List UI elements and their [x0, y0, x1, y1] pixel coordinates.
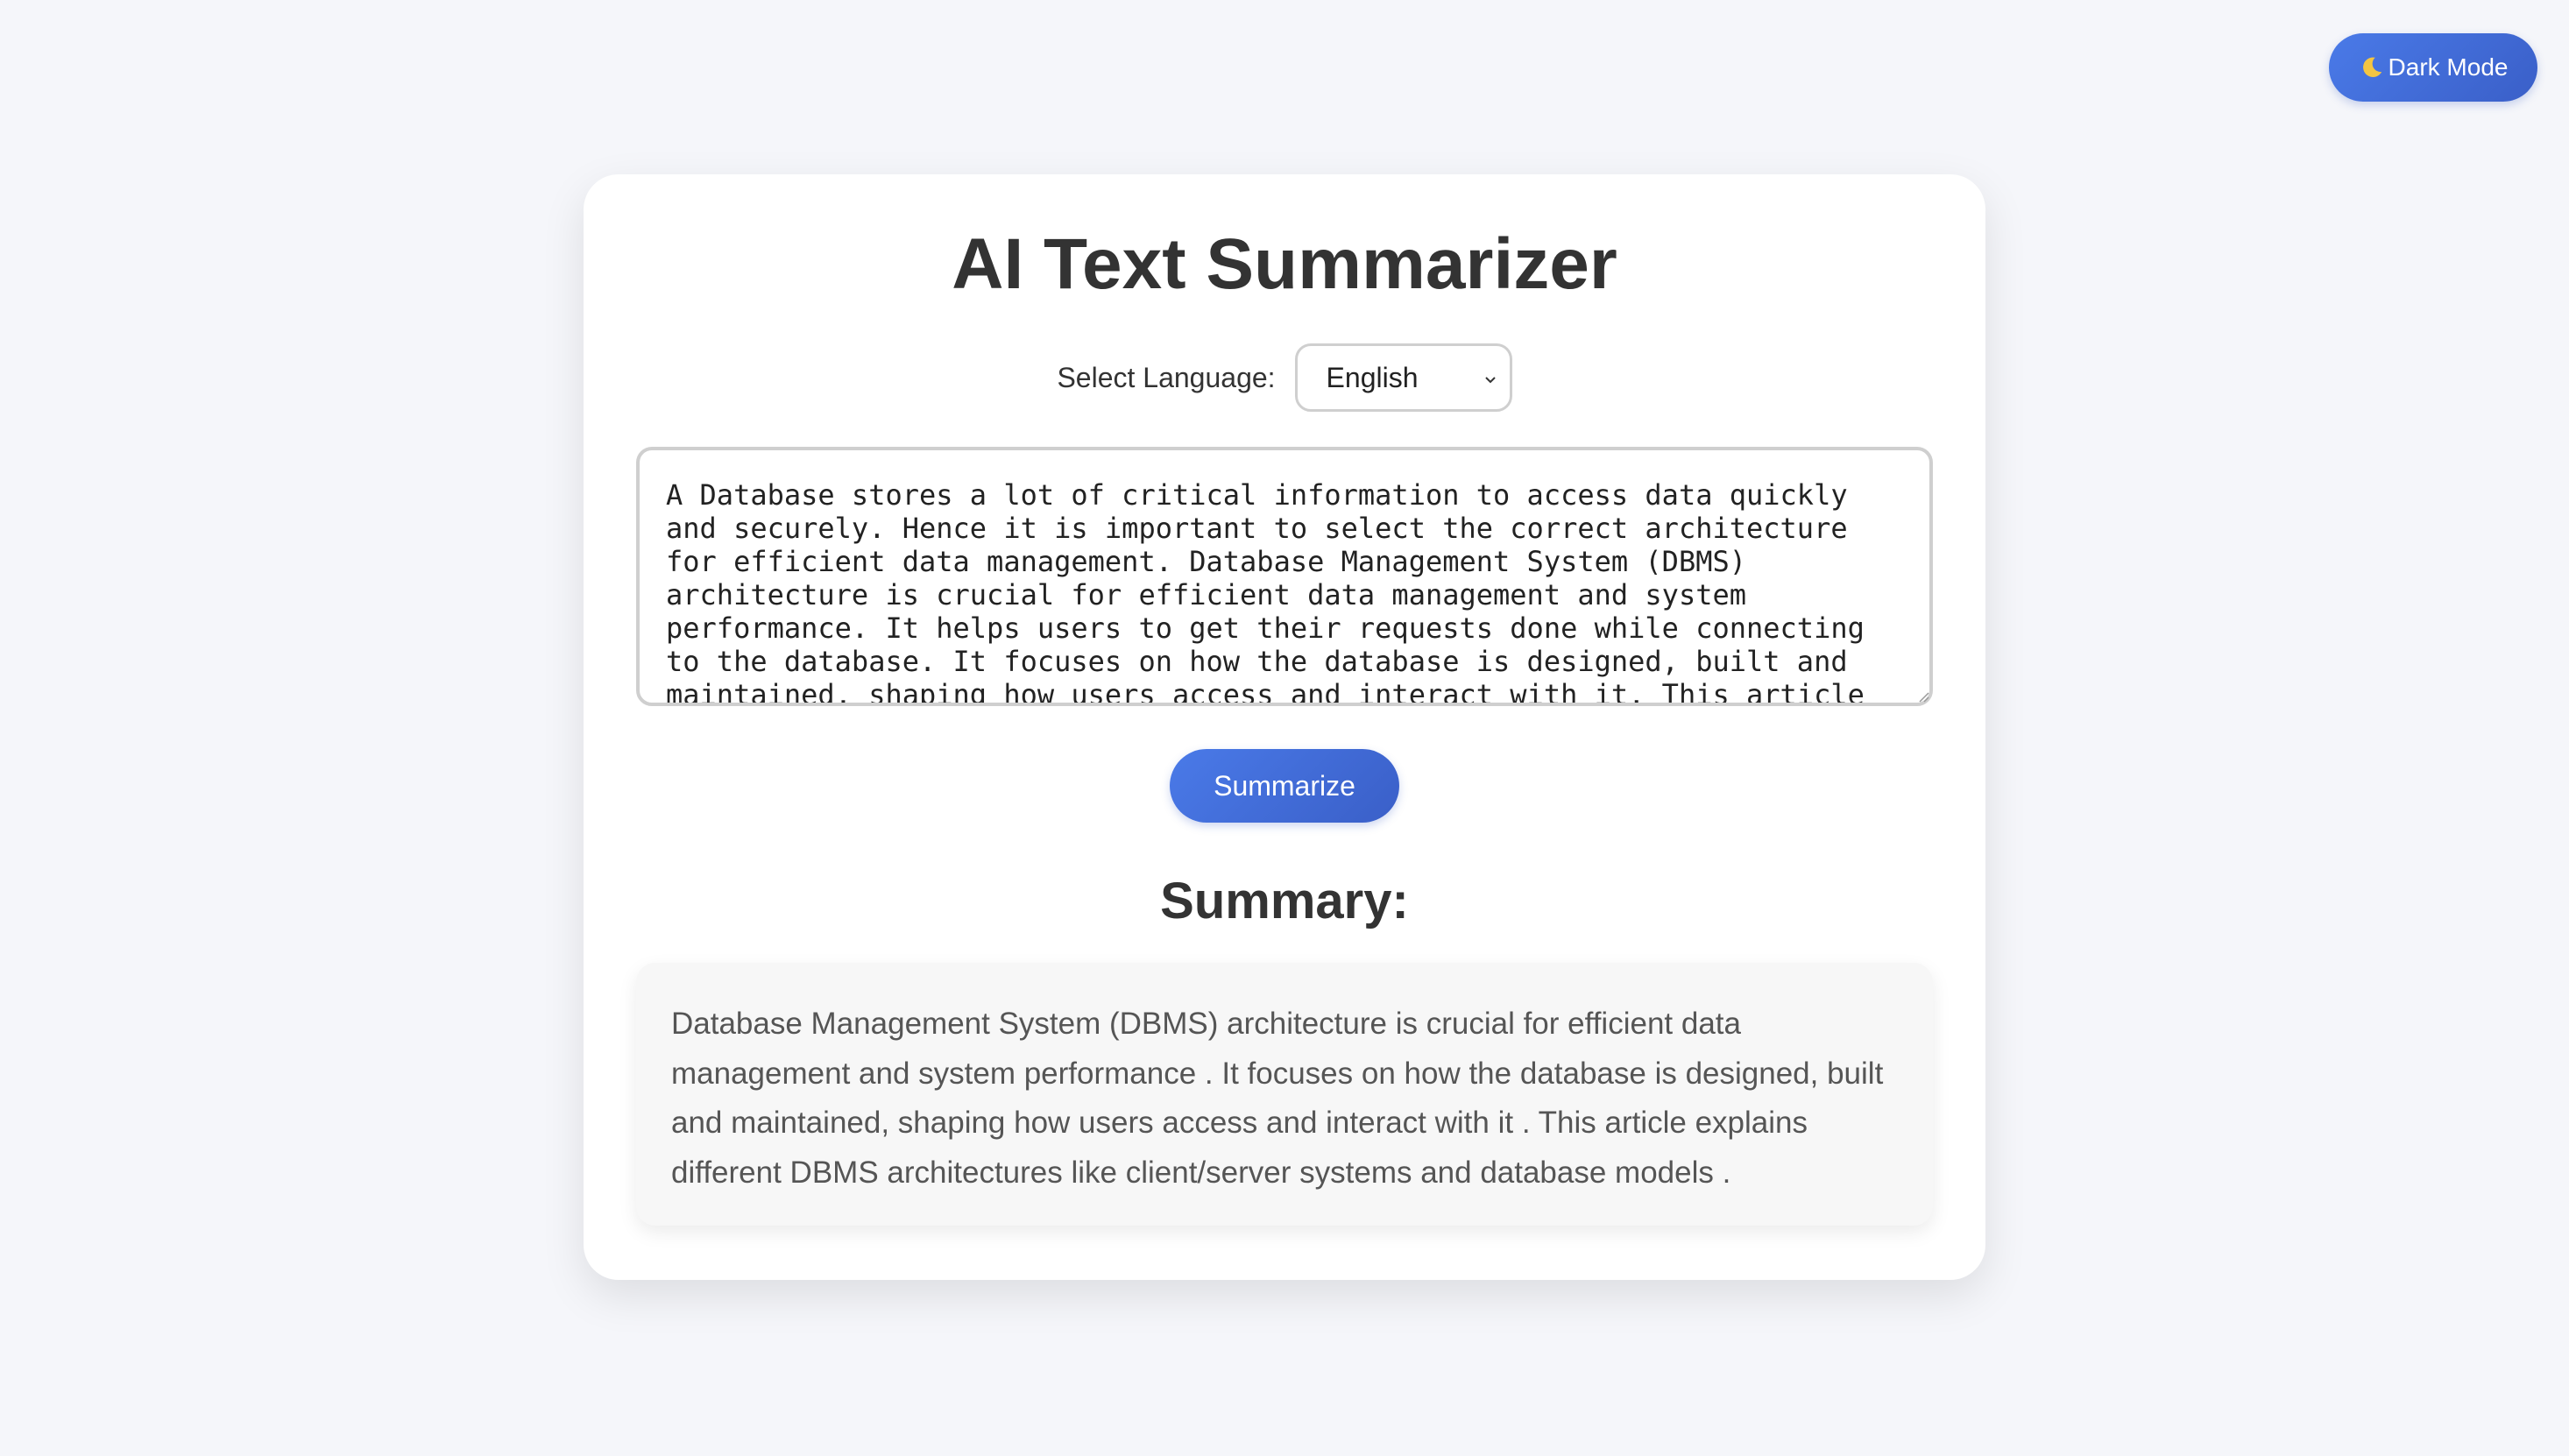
chevron-down-icon: [1484, 377, 1496, 384]
moon-icon: [2362, 57, 2381, 77]
resize-handle-icon[interactable]: [1917, 690, 1929, 703]
summarize-button[interactable]: Summarize: [1170, 749, 1399, 823]
summarizer-card: AI Text Summarizer Select Language: Engl…: [584, 174, 1985, 1280]
language-selected-value: English: [1326, 361, 1419, 393]
input-textarea[interactable]: A Database stores a lot of critical info…: [636, 447, 1933, 706]
page-title: AI Text Summarizer: [952, 224, 1617, 304]
summary-heading: Summary:: [1160, 873, 1409, 929]
language-select[interactable]: English: [1294, 343, 1512, 412]
language-label: Select Language:: [1057, 361, 1276, 393]
summary-output: Database Management System (DBMS) archit…: [636, 963, 1933, 1226]
language-row: Select Language: English: [584, 343, 1985, 412]
dark-mode-label: Dark Mode: [2388, 53, 2509, 81]
dark-mode-toggle[interactable]: Dark Mode: [2329, 33, 2537, 102]
